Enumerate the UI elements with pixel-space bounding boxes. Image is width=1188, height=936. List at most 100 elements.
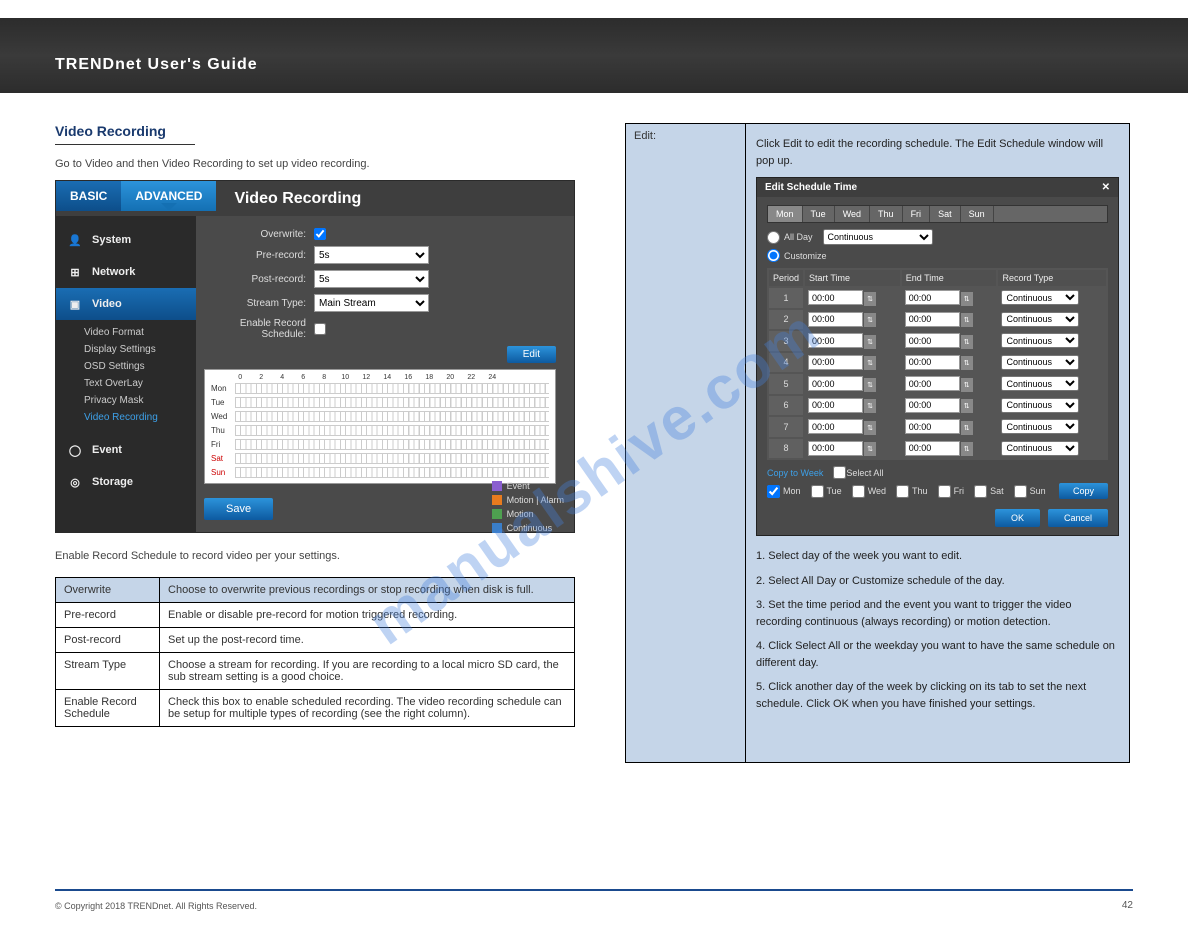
ok-button[interactable]: OK: [995, 509, 1040, 527]
end-time-input[interactable]: [905, 333, 960, 348]
day-tab-wed[interactable]: Wed: [835, 206, 870, 222]
spinner-icon[interactable]: ⇅: [864, 378, 876, 392]
end-time-input[interactable]: [905, 419, 960, 434]
spinner-icon[interactable]: ⇅: [864, 421, 876, 435]
checkbox-select-all[interactable]: [833, 466, 846, 479]
record-type-select[interactable]: Continuous: [1001, 398, 1079, 413]
sidebar-item-system[interactable]: 👤 System: [56, 224, 196, 256]
spinner-icon[interactable]: ⇅: [961, 356, 973, 370]
edit-schedule-dialog: Edit Schedule Time ✕ Mon Tue Wed Thu Fri…: [756, 177, 1119, 536]
start-time-input[interactable]: [808, 333, 863, 348]
radio-customize[interactable]: [767, 249, 780, 262]
checkbox-enable-schedule[interactable]: [314, 323, 326, 335]
cancel-button[interactable]: Cancel: [1048, 509, 1108, 527]
param-cell: Choose a stream for recording. If you ar…: [160, 652, 575, 689]
edit-button[interactable]: Edit: [507, 346, 556, 363]
spinner-icon[interactable]: ⇅: [864, 335, 876, 349]
tab-basic[interactable]: BASIC: [56, 181, 121, 211]
copy-button[interactable]: Copy: [1059, 483, 1108, 499]
spinner-icon[interactable]: ⇅: [961, 442, 973, 456]
spinner-icon[interactable]: ⇅: [864, 292, 876, 306]
end-time-input[interactable]: [905, 441, 960, 456]
start-time-input[interactable]: [808, 441, 863, 456]
sub-osd-settings[interactable]: OSD Settings: [84, 358, 196, 375]
record-type-select[interactable]: Continuous: [1001, 355, 1079, 370]
grid-cells[interactable]: [235, 411, 549, 422]
grid-cells[interactable]: [235, 467, 549, 478]
sub-text-overlay[interactable]: Text OverLay: [84, 375, 196, 392]
spinner-icon[interactable]: ⇅: [961, 313, 973, 327]
sub-video-format[interactable]: Video Format: [84, 324, 196, 341]
start-time-input[interactable]: [808, 290, 863, 305]
select-post-record[interactable]: 5s: [314, 270, 429, 288]
grid-cells[interactable]: [235, 425, 549, 436]
day-tab-fri[interactable]: Fri: [903, 206, 931, 222]
day-label: Wed: [211, 412, 235, 421]
grid-cells[interactable]: [235, 439, 549, 450]
record-type-select[interactable]: Continuous: [1001, 419, 1079, 434]
record-type-select[interactable]: Continuous: [1001, 333, 1079, 348]
period-row: 8 ⇅ ⇅ Continuous: [769, 439, 1106, 459]
end-time-input[interactable]: [905, 290, 960, 305]
check-sun[interactable]: [1014, 485, 1027, 498]
record-type-select[interactable]: Continuous: [1001, 441, 1079, 456]
day-tab-sat[interactable]: Sat: [930, 206, 961, 222]
close-icon[interactable]: ✕: [1102, 182, 1110, 193]
start-time-input[interactable]: [808, 419, 863, 434]
spinner-icon[interactable]: ⇅: [961, 292, 973, 306]
hour-label: 22: [466, 374, 477, 381]
grid-cells[interactable]: [235, 383, 549, 394]
spinner-icon[interactable]: ⇅: [961, 421, 973, 435]
select-stream-type[interactable]: Main Stream: [314, 294, 429, 312]
record-type-select[interactable]: Continuous: [1001, 290, 1079, 305]
grid-cells[interactable]: [235, 453, 549, 464]
spinner-icon[interactable]: ⇅: [961, 399, 973, 413]
start-time-input[interactable]: [808, 398, 863, 413]
intro-text: Go to Video and then Video Recording to …: [55, 157, 575, 172]
sched-left-cell: Edit:: [626, 124, 746, 762]
day-tab-sun[interactable]: Sun: [961, 206, 994, 222]
start-time-input[interactable]: [808, 355, 863, 370]
spinner-icon[interactable]: ⇅: [864, 442, 876, 456]
storage-icon: ◎: [66, 474, 84, 490]
record-type-select[interactable]: Continuous: [1001, 312, 1079, 327]
check-wed[interactable]: [852, 485, 865, 498]
select-pre-record[interactable]: 5s: [314, 246, 429, 264]
end-time-input[interactable]: [905, 312, 960, 327]
end-time-input[interactable]: [905, 355, 960, 370]
end-time-input[interactable]: [905, 398, 960, 413]
day-tab-tue[interactable]: Tue: [803, 206, 835, 222]
checkbox-overwrite[interactable]: [314, 228, 326, 240]
sub-video-recording[interactable]: Video Recording: [84, 409, 196, 426]
check-mon[interactable]: [767, 485, 780, 498]
check-thu[interactable]: [896, 485, 909, 498]
start-time-input[interactable]: [808, 376, 863, 391]
sub-privacy-mask[interactable]: Privacy Mask: [84, 392, 196, 409]
sidebar-item-event[interactable]: ◯ Event: [56, 434, 196, 466]
sub-display-settings[interactable]: Display Settings: [84, 341, 196, 358]
sidebar-item-network[interactable]: ⊞ Network: [56, 256, 196, 288]
hour-label: 8: [319, 374, 330, 381]
spinner-icon[interactable]: ⇅: [864, 313, 876, 327]
tab-advanced[interactable]: ADVANCED: [121, 181, 216, 211]
start-time-input[interactable]: [808, 312, 863, 327]
sidebar-item-video[interactable]: ▣ Video: [56, 288, 196, 320]
sidebar-item-storage[interactable]: ◎ Storage: [56, 466, 196, 498]
legend: Event Motion | Alarm Motion Continuous: [492, 481, 564, 537]
check-sat[interactable]: [974, 485, 987, 498]
spinner-icon[interactable]: ⇅: [961, 335, 973, 349]
sidebar-label: System: [92, 234, 131, 246]
save-button[interactable]: Save: [204, 498, 273, 520]
select-all-day-type[interactable]: Continuous: [823, 229, 933, 245]
radio-all-day[interactable]: [767, 231, 780, 244]
spinner-icon[interactable]: ⇅: [864, 356, 876, 370]
end-time-input[interactable]: [905, 376, 960, 391]
grid-cells[interactable]: [235, 397, 549, 408]
record-type-select[interactable]: Continuous: [1001, 376, 1079, 391]
day-tab-mon[interactable]: Mon: [768, 206, 803, 222]
check-tue[interactable]: [811, 485, 824, 498]
spinner-icon[interactable]: ⇅: [864, 399, 876, 413]
day-tab-thu[interactable]: Thu: [870, 206, 903, 222]
spinner-icon[interactable]: ⇅: [961, 378, 973, 392]
check-fri[interactable]: [938, 485, 951, 498]
